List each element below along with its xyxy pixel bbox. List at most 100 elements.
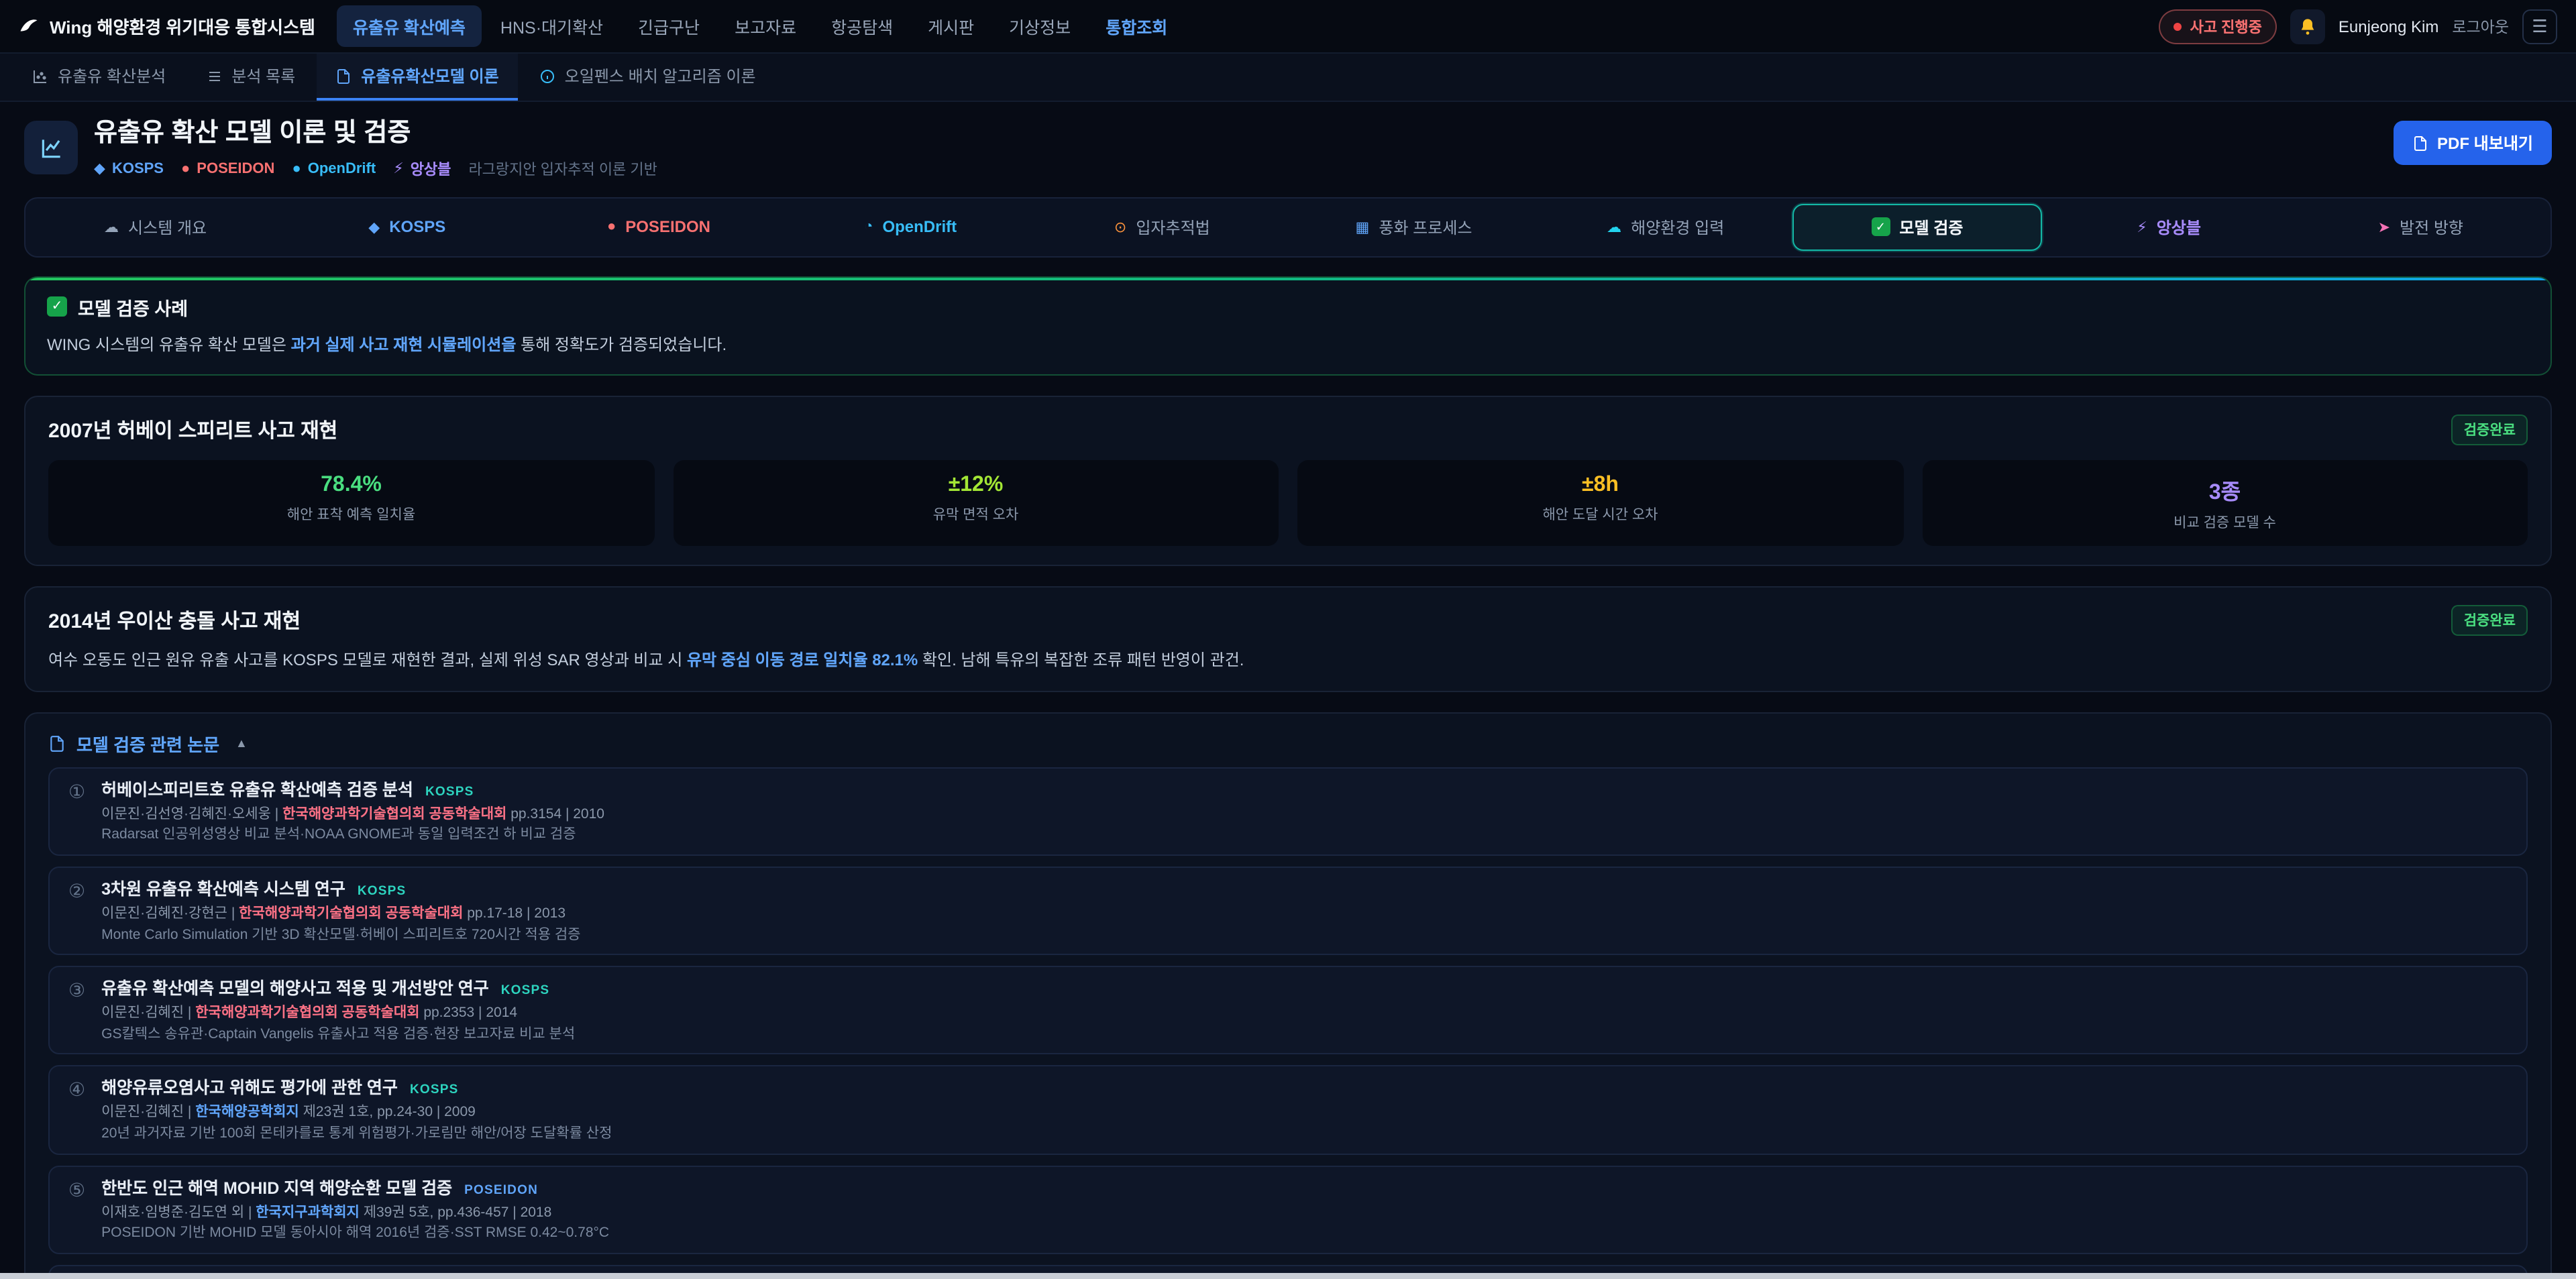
- target-icon: ⊙: [1114, 219, 1126, 236]
- incident-status-badge[interactable]: 사고 진행중: [2159, 9, 2277, 44]
- page-subtitle: 라그랑지안 입자추적 이론 기반: [468, 158, 657, 180]
- paper-meta: 이문진·김선영·김혜진·오세웅 | 한국해양과학기술협의회 공동학술대회 pp.…: [101, 806, 604, 823]
- incident-status-label: 사고 진행중: [2190, 15, 2262, 37]
- app-root: Wing 해양환경 위기대응 통합시스템 유출유 확산예측 HNS·대기확산 긴…: [0, 0, 2576, 1279]
- nav-item-oil-spill-prediction[interactable]: 유출유 확산예측: [337, 5, 482, 47]
- model-badge: KOSPS: [501, 984, 550, 999]
- case-card-hebei-spirit: 2007년 허베이 스피리트 사고 재현 검증완료 78.4% 해안 표착 예측…: [24, 396, 2552, 566]
- section-tab-system-overview[interactable]: ☁ 시스템 개요: [31, 204, 280, 251]
- nav-item-integrated-search[interactable]: 통합조회: [1089, 5, 1183, 47]
- venue-link[interactable]: 한국해양과학기술협의회 공동학술대회: [282, 806, 506, 822]
- paper-title: 유출유 확산예측 모델의 해양사고 적용 및 개선방안 연구: [101, 980, 489, 999]
- dot-icon: ●: [607, 219, 616, 235]
- secondary-tabbar: 유출유 확산분석 분석 목록 유출유확산모델 이론 오일펜스 배치 알고리즘 이…: [0, 54, 2576, 102]
- paper-row[interactable]: ② 3차원 유출유 확산예측 시스템 연구KOSPS 이문진·김혜진·강현근 |…: [48, 867, 2528, 955]
- section-tab-ensemble[interactable]: ⚡ 앙상블: [2045, 204, 2294, 251]
- callout-body: WING 시스템의 유출유 확산 모델은 과거 실제 사고 재현 시뮬레이션을 …: [47, 333, 2529, 357]
- bolt-icon: ⚡: [393, 160, 403, 178]
- kosps-badge: ◆ KOSPS: [94, 160, 164, 178]
- nav-item-board[interactable]: 게시판: [912, 5, 990, 47]
- nav-item-emergency-rescue[interactable]: 긴급구난: [622, 5, 716, 47]
- paper-title: 허베이스피리트호 유출유 확산예측 검증 분석: [101, 781, 413, 799]
- tab-label: 유출유확산모델 이론: [361, 64, 498, 87]
- opendrift-badge: ● OpenDrift: [292, 161, 376, 177]
- section-tab-kosps[interactable]: ◆ KOSPS: [282, 204, 531, 251]
- info-circle-icon: [539, 68, 555, 84]
- validation-callout: ✓ 모델 검증 사례 WING 시스템의 유출유 확산 모델은 과거 실제 사고…: [24, 276, 2552, 376]
- page-content: 유출유 확산 모델 이론 및 검증 ◆ KOSPS ● POSEIDON ● O: [0, 102, 2576, 1279]
- document-icon: [335, 68, 352, 84]
- grid-icon: ▦: [1356, 219, 1370, 236]
- venue-link[interactable]: 한국해양과학기술협의회 공동학술대회: [239, 905, 463, 922]
- paper-number: ①: [68, 778, 85, 844]
- paper-number: ⑤: [68, 1176, 85, 1241]
- paper-title: 해양유류오염사고 위해도 평가에 관한 연구: [101, 1079, 398, 1098]
- section-tab-future-direction[interactable]: ➤ 발전 방향: [2296, 204, 2545, 251]
- stat-coastal-match: 78.4% 해안 표착 예측 일치율: [48, 460, 654, 546]
- paper-title: 한반도 인근 해역 MOHID 지역 해양순환 모델 검증: [101, 1178, 452, 1197]
- collapse-triangle-icon[interactable]: ▲: [235, 737, 248, 750]
- notification-bell-button[interactable]: [2290, 9, 2325, 44]
- papers-card: 모델 검증 관련 논문 ▲ ① 허베이스피리트호 유출유 확산예측 검증 분석 K…: [24, 712, 2552, 1279]
- nav-item-weather[interactable]: 기상정보: [993, 5, 1087, 47]
- tab-spill-analysis[interactable]: 유출유 확산분석: [13, 54, 184, 101]
- main-nav: 유출유 확산예측 HNS·대기확산 긴급구난 보고자료 항공탐색 게시판 기상정…: [337, 5, 1183, 47]
- section-tab-poseidon[interactable]: ● POSEIDON: [534, 204, 783, 251]
- paper-row[interactable]: ⑤ 한반도 인근 해역 MOHID 지역 해양순환 모델 검증POSEIDON …: [48, 1165, 2528, 1254]
- section-tab-model-validation[interactable]: ✓ 모델 검증: [1792, 204, 2041, 251]
- hamburger-icon: ☰: [2532, 15, 2547, 37]
- tab-oil-fence-theory[interactable]: 오일펜스 배치 알고리즘 이론: [521, 54, 775, 101]
- cloud-icon: ☁: [104, 219, 119, 236]
- paper-row[interactable]: ④ 해양유류오염사고 위해도 평가에 관한 연구KOSPS 이문진·김혜진 | …: [48, 1066, 2528, 1154]
- model-badge: KOSPS: [358, 884, 407, 899]
- section-tab-opendrift[interactable]: ◔ OpenDrift: [786, 204, 1035, 251]
- paper-description: GS칼텍스 송유관·Captain Vangelis 유출사고 적용 검증·현장…: [101, 1026, 575, 1043]
- model-badge: KOSPS: [425, 785, 474, 799]
- logout-link[interactable]: 로그아웃: [2452, 15, 2509, 37]
- case-body: 여수 오동도 인근 원유 유출 사고를 KOSPS 모델로 재현한 결과, 실제…: [48, 648, 2528, 672]
- paper-meta: 이문진·김혜진 | 한국해양과학기술협의회 공동학술대회 pp.2353 | 2…: [101, 1005, 575, 1022]
- venue-link[interactable]: 한국해양과학기술협의회 공동학술대회: [195, 1005, 419, 1021]
- hamburger-menu-button[interactable]: ☰: [2522, 9, 2557, 44]
- section-tab-weathering-process[interactable]: ▦ 풍화 프로세스: [1289, 204, 1538, 251]
- model-chart-icon: [38, 135, 64, 160]
- nav-item-aerial-search[interactable]: 항공탐색: [815, 5, 909, 47]
- tab-spill-model-theory[interactable]: 유출유확산모델 이론: [317, 54, 517, 101]
- nav-item-hns-dispersion[interactable]: HNS·대기확산: [484, 5, 619, 47]
- user-name: Eunjeong Kim: [2339, 17, 2438, 36]
- paper-number: ④: [68, 1076, 85, 1142]
- simulation-link[interactable]: 과거 실제 사고 재현 시뮬레이션을: [291, 335, 517, 354]
- tab-analysis-list[interactable]: 분석 목록: [187, 54, 314, 101]
- paper-row[interactable]: ① 허베이스피리트호 유출유 확산예측 검증 분석 KOSPS 이문진·김선영·김…: [48, 767, 2528, 856]
- paper-number: ②: [68, 877, 85, 943]
- paper-description: 20년 과거자료 기반 100회 몬테카를로 통계 위험평가·가로림만 해안/어…: [101, 1125, 612, 1142]
- top-navbar: Wing 해양환경 위기대응 통합시스템 유출유 확산예측 HNS·대기확산 긴…: [0, 0, 2576, 54]
- bell-icon: [2298, 17, 2317, 36]
- pdf-export-button[interactable]: PDF 내보내기: [2393, 121, 2552, 165]
- model-badge: KOSPS: [410, 1083, 459, 1098]
- paper-row[interactable]: ③ 유출유 확산예측 모델의 해양사고 적용 및 개선방안 연구KOSPS 이문…: [48, 966, 2528, 1055]
- diamond-icon: ◆: [94, 160, 105, 178]
- papers-header: 모델 검증 관련 논문 ▲: [48, 731, 2528, 757]
- papers-title: 모델 검증 관련 논문: [76, 731, 219, 757]
- scatter-chart-icon: [32, 68, 48, 84]
- bolt-icon: ⚡: [2137, 219, 2147, 236]
- poseidon-badge: ● POSEIDON: [181, 161, 274, 177]
- venue-link[interactable]: 한국해양공학회지: [195, 1105, 299, 1121]
- section-tab-particle-tracking[interactable]: ⊙ 입자추적법: [1038, 204, 1287, 251]
- venue-link[interactable]: 한국지구과학회지: [256, 1204, 360, 1220]
- callout-title: 모델 검증 사례: [78, 294, 188, 321]
- rocket-icon: ➤: [2378, 219, 2390, 236]
- cloud-icon: ☁: [1607, 219, 1621, 236]
- case-card-wuyisan: 2014년 우이산 충돌 사고 재현 검증완료 여수 오동도 인근 원유 유출 …: [24, 586, 2552, 692]
- section-tab-ocean-env-input[interactable]: ☁ 해양환경 입력: [1541, 204, 1790, 251]
- tab-label: 오일펜스 배치 알고리즘 이론: [565, 64, 756, 87]
- dot-icon: ●: [181, 161, 190, 177]
- dot-icon: ●: [292, 161, 301, 177]
- app-logo[interactable]: Wing 해양환경 위기대응 통합시스템: [19, 13, 315, 39]
- paper-meta: 이재호·임병준·김도연 외 | 한국지구과학회지 제39권 5호, pp.436…: [101, 1204, 609, 1221]
- nav-item-reports[interactable]: 보고자료: [718, 5, 812, 47]
- incident-dot-icon: [2174, 22, 2182, 30]
- page-icon: [24, 121, 78, 174]
- ensemble-badge: ⚡ 앙상블: [393, 158, 451, 180]
